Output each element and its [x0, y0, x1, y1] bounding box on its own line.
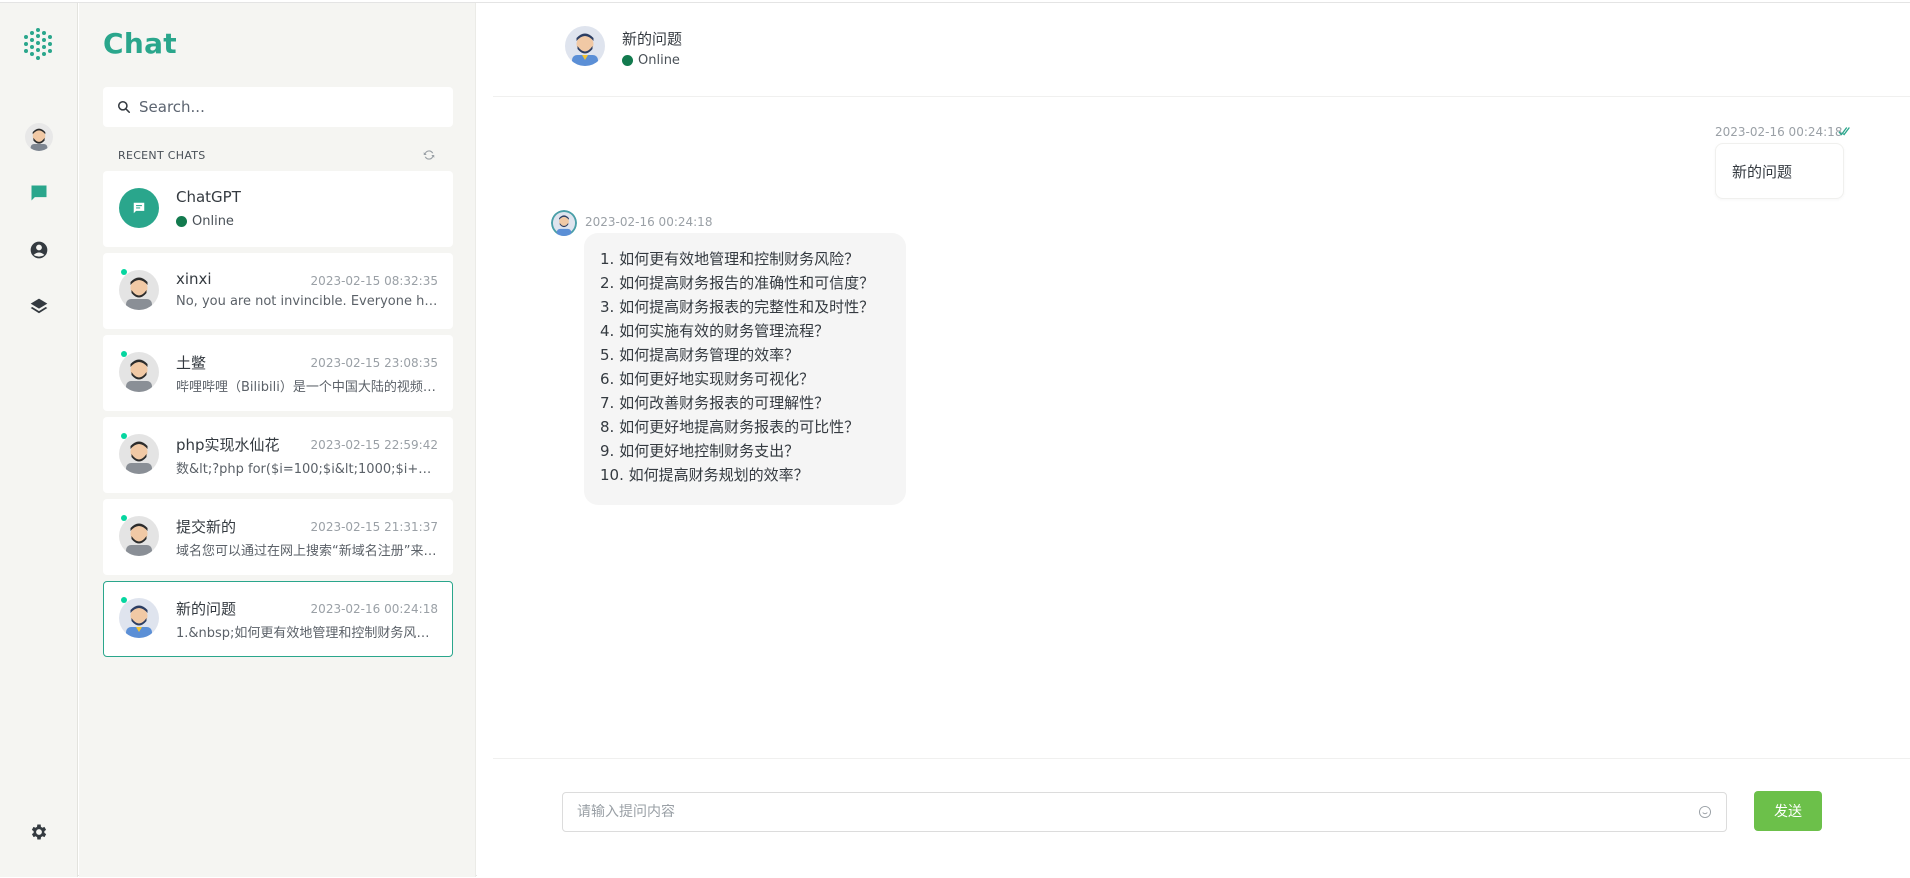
conversation-panel: 新的问题 Online 2023-02-16 00:24:18 新的问题 202…	[477, 3, 1910, 877]
message-composer: 发送	[493, 758, 1910, 877]
chat-item-new-question[interactable]: 新的问题 2023-02-16 00:24:18 1.&nbsp;如何更有效地管…	[103, 581, 453, 657]
online-indicator	[121, 351, 127, 357]
message-line: 10. 如何提高财务规划的效率？	[600, 466, 809, 484]
message-line: 6. 如何更好地实现财务可视化？	[600, 370, 815, 388]
conversation-title: 新的问题	[622, 30, 683, 48]
online-status-icon	[176, 216, 187, 227]
received-message-bubble: 1. 如何更有效地管理和控制财务风险？ 2. 如何提高财务报告的准确性和可信度？…	[584, 233, 906, 505]
chat-time: 2023-02-15 23:08:35	[310, 356, 438, 370]
chat-name: 新的问题	[176, 600, 237, 618]
user-circle-icon[interactable]	[25, 236, 53, 264]
message-line: 7. 如何改善财务报表的可理解性？	[600, 394, 830, 412]
message-icon	[133, 202, 145, 214]
chat-time: 2023-02-15 08:32:35	[310, 274, 438, 288]
sent-message-bubble: 新的问题	[1715, 143, 1844, 199]
search-icon	[117, 100, 131, 114]
online-indicator	[121, 597, 127, 603]
emoji-icon[interactable]	[1698, 805, 1712, 819]
status-badge: Online	[622, 53, 680, 68]
chat-name: ChatGPT	[176, 188, 241, 206]
chat-item-chatgpt[interactable]: ChatGPT Online	[103, 171, 453, 247]
avatar	[119, 598, 159, 638]
message-line: 9. 如何更好地控制财务支出？	[600, 442, 800, 460]
settings-icon[interactable]	[25, 818, 53, 846]
chat-item-php[interactable]: php实现水仙花 2023-02-15 22:59:42 数&lt;?php f…	[103, 417, 453, 493]
avatar	[119, 270, 159, 310]
search-box[interactable]	[103, 87, 453, 127]
message-input[interactable]	[577, 804, 1698, 820]
chat-item-tubie[interactable]: 土鳖 2023-02-15 23:08:35 哔哩哔哩（Bilibili）是一个…	[103, 335, 453, 411]
page-title: Chat	[103, 27, 177, 60]
avatar	[119, 352, 159, 392]
message-line: 4. 如何实施有效的财务管理流程？	[600, 322, 830, 340]
send-button[interactable]: 发送	[1754, 791, 1822, 831]
chat-preview: 1.&nbsp;如何更有效地管理和控制财务风险？	[176, 626, 438, 641]
avatar	[119, 516, 159, 556]
chat-name: xinxi	[176, 270, 212, 288]
chat-preview: 数&lt;?php for($i=100;$i&lt;1000;$i++){	[176, 462, 438, 477]
recent-chats-heading: RECENT CHATS	[118, 149, 206, 162]
layers-icon[interactable]	[25, 293, 53, 321]
chat-list: ChatGPT Online xinxi 2023-02-15 08:32:35…	[103, 171, 453, 663]
app-frame: Chat RECENT CHATS ChatGPT Online	[0, 2, 1910, 877]
chat-time: 2023-02-16 00:24:18	[310, 602, 438, 616]
chat-icon[interactable]	[25, 179, 53, 207]
chat-preview: No, you are not invincible. Everyone has…	[176, 294, 438, 309]
double-check-icon	[1838, 127, 1850, 136]
icon-rail	[0, 3, 78, 877]
sent-message-time: 2023-02-16 00:24:18	[1715, 125, 1843, 139]
online-indicator	[121, 269, 127, 275]
message-line: 5. 如何提高财务管理的效率？	[600, 346, 800, 364]
chat-name: php实现水仙花	[176, 436, 280, 454]
chat-time: 2023-02-15 21:31:37	[310, 520, 438, 534]
message-line: 1. 如何更有效地管理和控制财务风险？	[600, 250, 860, 268]
profile-avatar[interactable]	[25, 123, 53, 151]
logo-icon[interactable]	[22, 27, 54, 61]
chat-preview: 域名您可以通过在网上搜索“新域名注册”来找到	[176, 544, 438, 559]
online-indicator	[121, 515, 127, 521]
chat-time: 2023-02-15 22:59:42	[310, 438, 438, 452]
avatar	[119, 434, 159, 474]
message-line: 8. 如何更好地提高财务报表的可比性？	[600, 418, 860, 436]
chatgpt-avatar	[119, 188, 159, 228]
message-input-box[interactable]	[562, 792, 1727, 832]
chat-list-panel: Chat RECENT CHATS ChatGPT Online	[79, 3, 476, 877]
chat-name: 提交新的	[176, 518, 237, 536]
message-line: 3. 如何提高财务报表的完整性和及时性？	[600, 298, 875, 316]
received-message-time: 2023-02-16 00:24:18	[585, 215, 713, 229]
search-input[interactable]	[139, 98, 439, 116]
bot-avatar	[551, 210, 577, 236]
online-status-icon	[622, 55, 633, 66]
conversation-avatar[interactable]	[565, 26, 605, 66]
chat-name: 土鳖	[176, 354, 207, 372]
conversation-header: 新的问题 Online	[493, 3, 1910, 97]
message-line: 2. 如何提高财务报告的准确性和可信度？	[600, 274, 875, 292]
online-indicator	[121, 433, 127, 439]
status-badge: Online	[176, 214, 234, 229]
refresh-icon[interactable]	[422, 148, 436, 162]
chat-item-submit-new[interactable]: 提交新的 2023-02-15 21:31:37 域名您可以通过在网上搜索“新域…	[103, 499, 453, 575]
chat-preview: 哔哩哔哩（Bilibili）是一个中国大陆的视频网站	[176, 380, 438, 395]
chat-item-xinxi[interactable]: xinxi 2023-02-15 08:32:35 No, you are no…	[103, 253, 453, 329]
